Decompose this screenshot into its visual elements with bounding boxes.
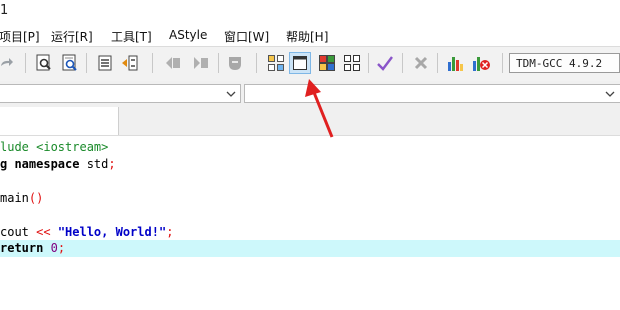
code-line: cout << "Hello, World!"; xyxy=(0,224,620,241)
check-icon[interactable] xyxy=(374,52,396,74)
code-token: << xyxy=(36,225,58,239)
code-line: return 0; xyxy=(0,240,620,257)
redo-icon[interactable] xyxy=(0,52,14,74)
bar-chart-icon[interactable] xyxy=(444,52,466,74)
compiler-select[interactable]: TDM-GCC 4.9.2 xyxy=(509,53,620,73)
editor-tab[interactable] xyxy=(0,107,119,135)
code-token: () xyxy=(28,191,44,205)
forward-icon[interactable] xyxy=(190,52,212,74)
title-bar: 1 xyxy=(0,0,620,24)
code-token: ; xyxy=(108,157,116,171)
chevron-down-icon xyxy=(226,88,236,101)
code-token: g namespace xyxy=(0,157,87,171)
debug-icon[interactable] xyxy=(470,52,492,74)
code-token: std xyxy=(86,157,109,171)
menu-astyle[interactable]: AStyle xyxy=(169,28,207,42)
menu-tools[interactable]: 工具[T] xyxy=(111,28,152,45)
menu-window[interactable]: 窗口[W] xyxy=(224,28,269,45)
bookmark-icon[interactable] xyxy=(224,52,246,74)
indent-icon[interactable] xyxy=(94,52,116,74)
grid-icon[interactable] xyxy=(341,52,363,74)
code-token: ; xyxy=(166,225,174,239)
toolbar-separator xyxy=(86,53,87,73)
menu-run[interactable]: 运行[R] xyxy=(51,28,93,45)
class-dropdown[interactable] xyxy=(0,84,241,103)
code-line: main() xyxy=(0,190,620,207)
unindent-icon[interactable] xyxy=(119,52,141,74)
toolbar-separator xyxy=(368,53,369,73)
menu-project[interactable]: 项目[P] xyxy=(0,28,40,45)
menu-bar: 项目[P] 运行[R] 工具[T] AStyle 窗口[W] 帮助[H] xyxy=(0,26,620,46)
toolbar: TDM-GCC 4.9.2 xyxy=(0,46,620,82)
code-editor[interactable]: lude <iostream> g namespace std; main() cou… xyxy=(0,135,620,310)
window-title: 1 xyxy=(0,3,9,18)
code-token: "Hello, World!" xyxy=(57,225,167,239)
tile-windows-icon[interactable] xyxy=(265,52,287,74)
toolbar-separator xyxy=(256,53,257,73)
print-preview-icon[interactable] xyxy=(33,52,55,74)
back-icon[interactable] xyxy=(162,52,184,74)
menu-help[interactable]: 帮助[H] xyxy=(286,28,328,45)
code-token: 0 xyxy=(50,241,58,255)
toolbar-separator xyxy=(437,53,438,73)
code-token: lude <iostream> xyxy=(0,140,109,154)
toolbar-separator xyxy=(218,53,219,73)
single-window-icon[interactable] xyxy=(289,52,311,74)
code-line: lude <iostream> xyxy=(0,139,620,156)
toolbar-separator xyxy=(502,53,503,73)
color-palette-icon[interactable] xyxy=(316,52,338,74)
toolbar-separator xyxy=(152,53,153,73)
toolbar-separator xyxy=(25,53,26,73)
code-token: return xyxy=(0,241,51,255)
toolbar-separator xyxy=(402,53,403,73)
editor-tab-strip xyxy=(0,107,620,135)
code-token: ; xyxy=(57,241,66,255)
close-icon[interactable] xyxy=(410,52,432,74)
class-navigator-bar xyxy=(0,81,620,108)
member-dropdown[interactable] xyxy=(244,84,620,103)
chevron-down-icon xyxy=(605,88,615,101)
code-line: g namespace std; xyxy=(0,156,620,173)
code-token: main xyxy=(0,191,29,205)
code-token: cout xyxy=(0,225,37,239)
find-icon[interactable] xyxy=(59,52,81,74)
